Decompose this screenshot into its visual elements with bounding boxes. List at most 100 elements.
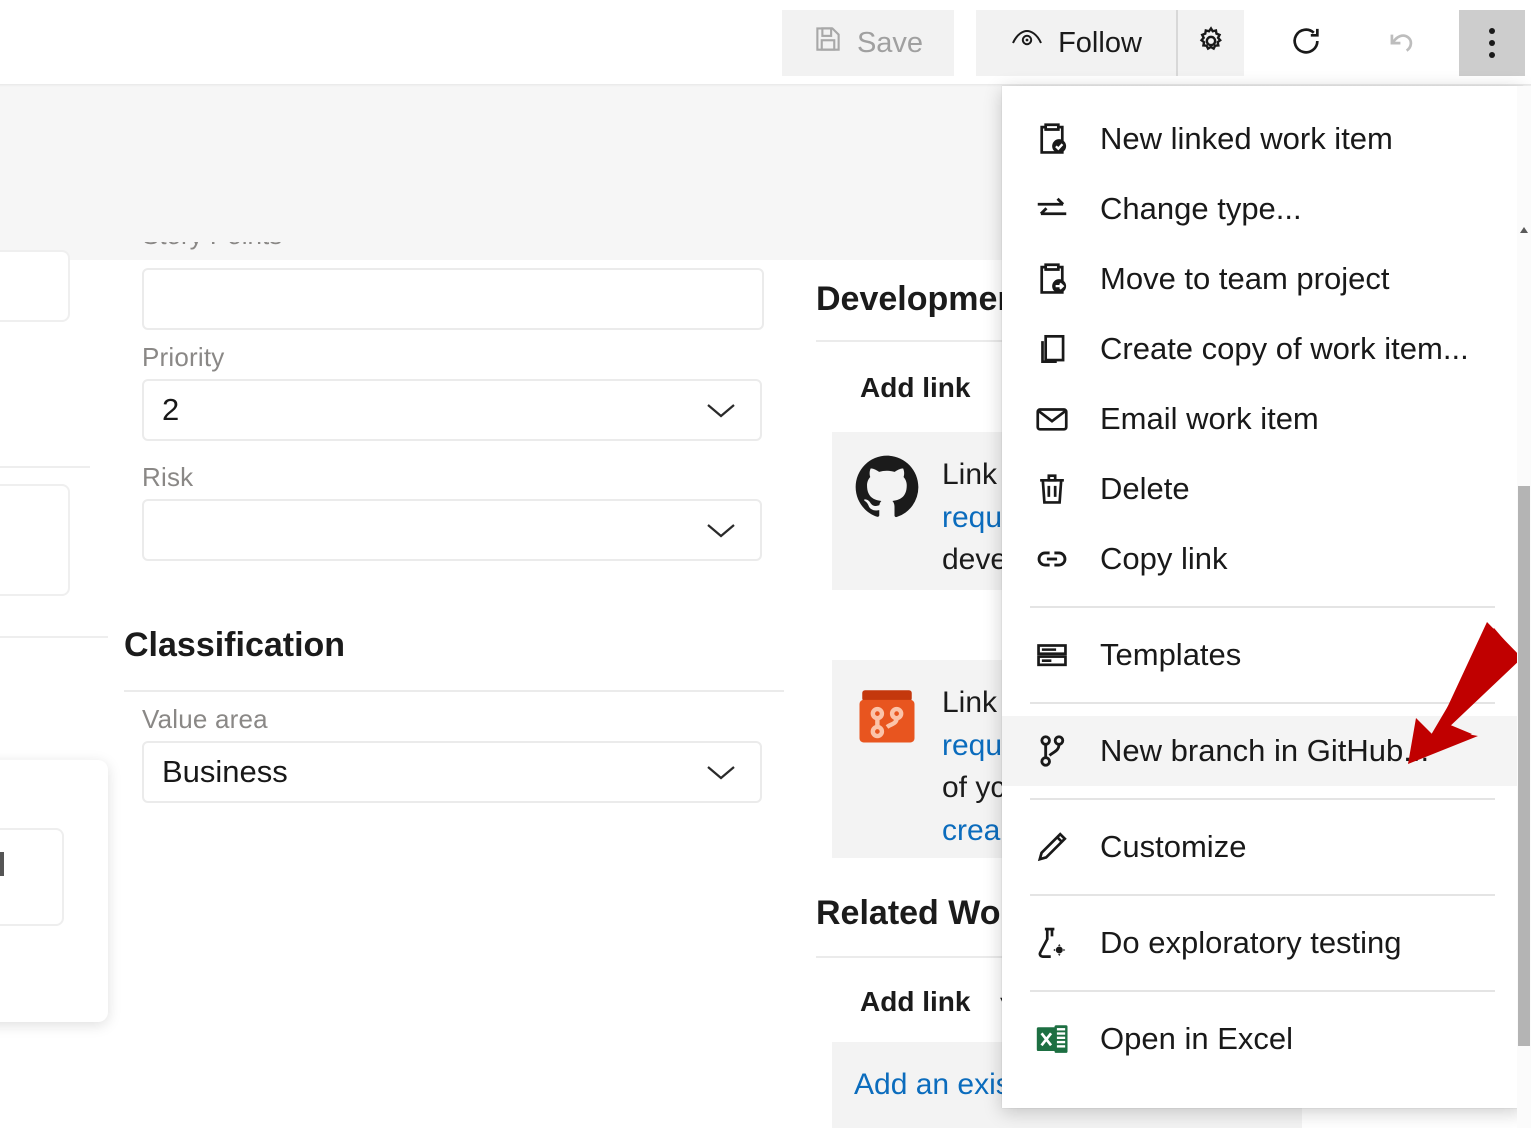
menu-item-label: Email work item xyxy=(1100,401,1319,437)
menu-item-label: Move to team project xyxy=(1100,261,1389,297)
floppy-disk-icon xyxy=(813,24,843,62)
chevron-down-icon xyxy=(704,512,738,548)
menu-item-new-linked-work-item[interactable]: New linked work item xyxy=(1002,104,1523,174)
branch-icon xyxy=(1030,729,1074,773)
offscreen-text-cursor xyxy=(0,852,4,876)
follow-settings-button[interactable] xyxy=(1176,10,1244,76)
menu-item-create-copy-of-work-item[interactable]: Create copy of work item... xyxy=(1002,314,1523,384)
copy-icon xyxy=(1030,327,1074,371)
related-work-heading: Related Work xyxy=(816,894,1033,933)
value-area-label: Value area xyxy=(142,704,762,735)
vertical-scrollbar-thumb[interactable] xyxy=(1518,486,1530,1046)
related-work-add-link-button[interactable]: Add link xyxy=(860,986,970,1018)
menu-item-copy-link[interactable]: Copy link xyxy=(1002,524,1523,594)
chevron-down-icon xyxy=(704,754,738,790)
link-line-anchor[interactable]: requ xyxy=(942,501,1002,534)
offscreen-divider-1 xyxy=(0,466,90,468)
save-button[interactable]: Save xyxy=(782,10,954,76)
follow-button[interactable]: Follow xyxy=(976,10,1176,76)
refresh-button[interactable] xyxy=(1272,10,1340,76)
priority-dropdown[interactable]: 2 xyxy=(142,379,762,441)
trash-icon xyxy=(1030,467,1074,511)
offscreen-divider-2 xyxy=(0,636,108,638)
offscreen-popup-field xyxy=(0,828,64,926)
gear-icon xyxy=(1195,25,1227,62)
development-link-card-text: Link requ deve xyxy=(942,454,1007,582)
azure-repos-icon xyxy=(854,682,920,748)
development-link-card-text: Link requ of yc crea xyxy=(942,682,1005,852)
link-line-anchor[interactable]: crea xyxy=(942,814,1000,847)
menu-item-open-in-excel[interactable]: Open in Excel xyxy=(1002,1004,1523,1074)
menu-item-label: Do exploratory testing xyxy=(1100,925,1402,961)
clipboard-arrow-icon xyxy=(1030,257,1074,301)
more-actions-button[interactable] xyxy=(1459,10,1525,76)
link-line: deve xyxy=(942,539,1007,582)
menu-item-label: Copy link xyxy=(1100,541,1228,577)
follow-label: Follow xyxy=(1058,27,1142,60)
github-mark-icon xyxy=(854,454,920,520)
work-item-toolbar: Save Follow xyxy=(0,0,1531,84)
link-line: requ xyxy=(942,497,1007,540)
menu-item-label: Customize xyxy=(1100,829,1246,865)
scrollbar-arrow-icon[interactable] xyxy=(1519,222,1529,232)
link-line: Link xyxy=(942,454,1007,497)
link-line: Link xyxy=(942,682,1005,725)
link-line-anchor[interactable]: requ xyxy=(942,729,1002,762)
chevron-down-icon xyxy=(704,392,738,428)
development-add-link-button[interactable]: Add link xyxy=(860,372,970,404)
undo-icon xyxy=(1382,24,1416,63)
menu-item-customize[interactable]: Customize xyxy=(1002,812,1523,882)
swap-arrows-icon xyxy=(1030,187,1074,231)
menu-separator xyxy=(1030,606,1495,608)
envelope-icon xyxy=(1030,397,1074,441)
menu-item-label: Delete xyxy=(1100,471,1190,507)
menu-item-do-exploratory-testing[interactable]: Do exploratory testing xyxy=(1002,908,1523,978)
menu-item-email-work-item[interactable]: Email work item xyxy=(1002,384,1523,454)
save-label: Save xyxy=(857,27,923,60)
excel-icon xyxy=(1030,1017,1074,1061)
menu-separator xyxy=(1030,798,1495,800)
value-area-field: Value area Business xyxy=(142,704,762,803)
menu-item-label: Templates xyxy=(1100,637,1241,673)
link-line: Add an exis xyxy=(854,1064,1011,1107)
link-line: of yc xyxy=(942,767,1005,810)
classification-heading: Classification xyxy=(124,626,345,665)
menu-item-label: New linked work item xyxy=(1100,121,1393,157)
menu-item-label: Change type... xyxy=(1100,191,1302,227)
risk-dropdown[interactable] xyxy=(142,499,762,561)
menu-item-label: Open in Excel xyxy=(1100,1021,1293,1057)
story-points-label-clipped: Story Points xyxy=(142,242,402,262)
more-vertical-icon xyxy=(1489,28,1495,58)
pencil-icon xyxy=(1030,825,1074,869)
value-area-dropdown[interactable]: Business xyxy=(142,741,762,803)
menu-item-move-to-team-project[interactable]: Move to team project xyxy=(1002,244,1523,314)
priority-field: Priority 2 xyxy=(142,342,762,441)
annotation-arrow-icon xyxy=(1386,612,1526,777)
screen: Save Follow xyxy=(0,0,1531,1128)
menu-item-delete[interactable]: Delete xyxy=(1002,454,1523,524)
priority-label: Priority xyxy=(142,342,762,373)
offscreen-field-box-2 xyxy=(0,484,70,596)
clipboard-check-icon xyxy=(1030,117,1074,161)
story-points-field[interactable] xyxy=(142,268,764,330)
development-heading: Development xyxy=(816,280,1030,319)
link-icon xyxy=(1030,537,1074,581)
story-points-input[interactable] xyxy=(142,268,764,330)
offscreen-field-box-1 xyxy=(0,250,70,322)
menu-item-label: New branch in GitHub... xyxy=(1100,733,1429,769)
undo-button[interactable] xyxy=(1365,10,1433,76)
classification-divider xyxy=(124,690,784,692)
link-line: crea xyxy=(942,810,1005,853)
add-existing-item-link[interactable]: Add an exis xyxy=(854,1068,1011,1101)
refresh-icon xyxy=(1289,24,1323,63)
menu-item-change-type[interactable]: Change type... xyxy=(1002,174,1523,244)
related-work-link-card-text: Add an exis xyxy=(854,1064,1011,1107)
beaker-gear-icon xyxy=(1030,921,1074,965)
menu-separator xyxy=(1030,894,1495,896)
value-area-value: Business xyxy=(162,754,288,790)
risk-field: Risk xyxy=(142,462,762,561)
menu-item-label: Create copy of work item... xyxy=(1100,331,1469,367)
priority-value: 2 xyxy=(162,392,179,428)
risk-label: Risk xyxy=(142,462,762,493)
more-actions-context-menu: New linked work item Change type... Move… xyxy=(1002,86,1523,1108)
